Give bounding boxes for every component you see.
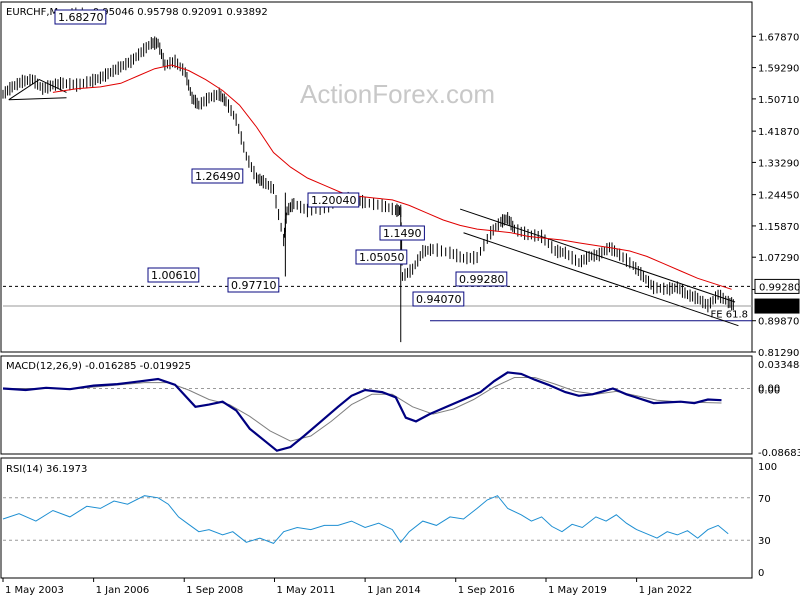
triangle-lower-line [8, 97, 67, 101]
level-price-label: 0.99280 [759, 282, 800, 293]
chart-container: ActionForex.com EURCHF,Monthly 0.95046 0… [0, 0, 800, 600]
price-annotation: 0.99280 [459, 273, 505, 286]
price-y-tick-label: 0.89870 [758, 317, 799, 328]
macd-line [2, 371, 722, 452]
label-layer: 1.68270 1.26490 1.00610 0.97710 1.20040 1.149… [54, 9, 508, 307]
price-y-tick-label: 1.50710 [758, 95, 799, 106]
price-y-tick-label: 1.07290 [758, 253, 799, 264]
price-annotation: 1.68270 [58, 11, 104, 24]
price-y-tick-label: 0.81290 [758, 348, 799, 359]
price-annotation: 1.20040 [311, 194, 357, 207]
x-tick-label: 1 Jan 2022 [639, 585, 693, 596]
macd-y-tick-label: -0.086837 [758, 448, 800, 459]
x-tick-label: 1 Jan 2014 [367, 585, 421, 596]
channel-upper-line [459, 208, 736, 303]
rsi-y-tick-label: 30 [758, 536, 771, 547]
price-annotation: 1.00610 [151, 269, 197, 282]
rsi-y-tick-label: 70 [758, 494, 771, 505]
price-annotation: 1.26490 [195, 170, 241, 183]
macd-y-tick-label: 0.00 [758, 385, 780, 396]
price-annotation: 0.97710 [231, 279, 277, 292]
macd-signal-line [3, 377, 722, 442]
x-tick-label: 1 May 2019 [548, 585, 607, 596]
rsi-layer [2, 495, 752, 544]
macd-layer [2, 371, 752, 452]
price-y-tick-label: 1.24450 [758, 191, 799, 202]
rsi-title: RSI(14) 36.1973 [6, 464, 87, 475]
price-y-tick-label: 1.33290 [758, 158, 799, 169]
chart-svg: ActionForex.com EURCHF,Monthly 0.95046 0… [0, 1, 800, 596]
price-y-tick-label: 1.59290 [758, 64, 799, 75]
price-panel-frame [0, 1, 753, 353]
price-annotation: 1.05050 [359, 251, 405, 264]
fe-618-label: FE 61.8 [710, 310, 748, 321]
x-tick-label: 1 May 2011 [276, 585, 335, 596]
price-annotation: 0.94070 [416, 293, 462, 306]
x-tick-label: 1 Sep 2008 [186, 585, 243, 596]
macd-title: MACD(12,26,9) -0.016285 -0.019925 [6, 361, 191, 372]
x-tick-label: 1 Jan 2006 [96, 585, 150, 596]
watermark-text: ActionForex.com [300, 79, 495, 109]
symbol-header: EURCHF,Monthly 0.95046 0.95798 0.92091 0… [6, 7, 268, 18]
price-y-tick-label: 1.15870 [758, 222, 799, 233]
x-tick-label: 1 Sep 2016 [458, 585, 515, 596]
price-y-tick-label: 1.67870 [758, 32, 799, 43]
rsi-y-tick-label: 0 [758, 568, 764, 579]
current-price-label: 0.93892 [759, 302, 800, 313]
macd-y-tick-label: 0.033484 [758, 360, 800, 371]
rsi-line [2, 495, 729, 544]
rsi-y-tick-label: 100 [758, 462, 777, 473]
rsi-panel-frame [0, 457, 753, 579]
price-y-tick-label: 1.41870 [758, 127, 799, 138]
axis-layer: 1.67870 1.59290 1.50710 1.41870 1.33290 1.244… [2, 32, 800, 596]
price-annotation: 1.1490 [383, 227, 422, 240]
x-tick-label: 1 May 2003 [5, 585, 64, 596]
